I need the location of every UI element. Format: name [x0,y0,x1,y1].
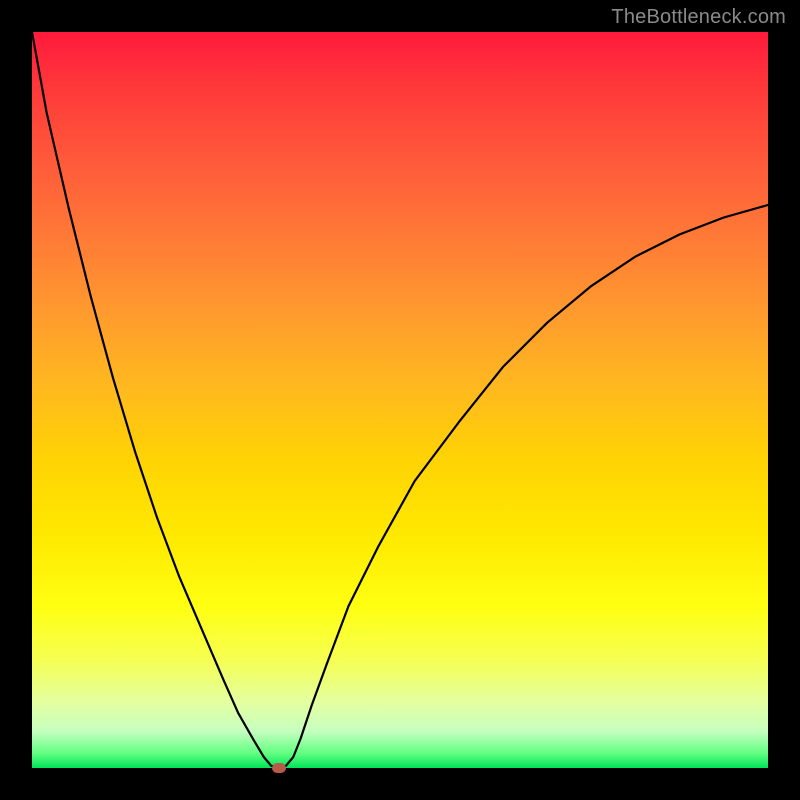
curve-path [32,32,768,768]
watermark-text: TheBottleneck.com [611,6,786,29]
chart-frame: TheBottleneck.com [0,0,800,800]
optimum-marker [272,763,286,773]
plot-area [32,32,768,768]
bottleneck-curve [32,32,768,768]
